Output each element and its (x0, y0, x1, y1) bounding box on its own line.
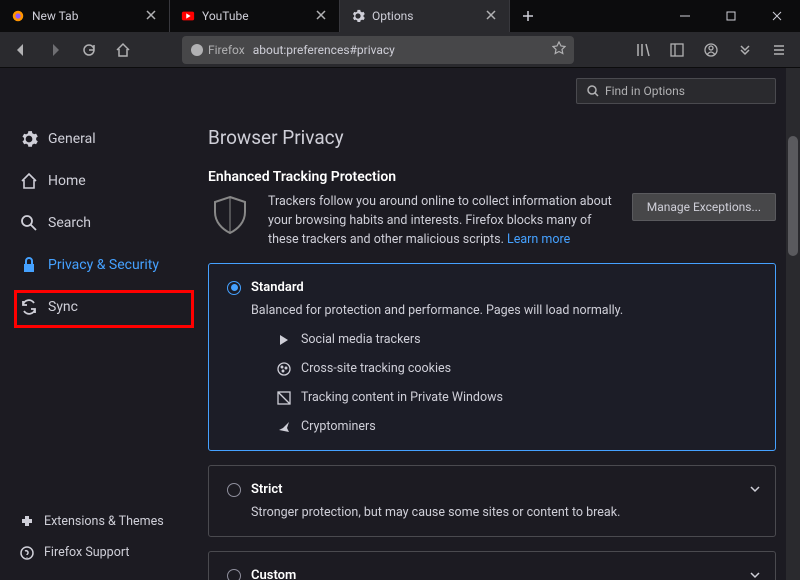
card-header: Standard (227, 280, 757, 295)
tab-label: YouTube (202, 9, 309, 23)
card-custom[interactable]: Custom (208, 551, 776, 580)
sidebar-button[interactable] (662, 35, 692, 65)
shield-icon (208, 193, 252, 237)
sidebar-item-label: Privacy & Security (48, 257, 159, 273)
sidebar-item-label: Home (48, 173, 86, 189)
url-bar[interactable]: Firefox about:preferences#privacy (182, 36, 574, 64)
etp-body-text: Trackers follow you around online to col… (268, 193, 616, 249)
list-item: Cryptominers (277, 419, 757, 434)
youtube-favicon (180, 8, 196, 24)
chevron-down-icon[interactable] (749, 566, 761, 580)
home-button[interactable] (108, 35, 138, 65)
sidebar-item-home[interactable]: Home (6, 164, 184, 198)
cryptominer-icon (277, 420, 291, 434)
sidebar-item-extensions[interactable]: Extensions & Themes (6, 508, 184, 535)
app-menu-button[interactable] (764, 35, 794, 65)
sidebar-item-label: General (48, 131, 96, 147)
forward-button[interactable] (40, 35, 70, 65)
list-item: Social media trackers (277, 332, 757, 347)
radio-standard[interactable] (227, 281, 241, 295)
firefox-favicon (10, 8, 26, 24)
card-description: Stronger protection, but may cause some … (251, 505, 757, 520)
manage-exceptions-button[interactable]: Manage Exceptions... (632, 193, 776, 221)
sidebar-item-support[interactable]: Firefox Support (6, 539, 184, 566)
sidebar-item-label: Sync (48, 299, 78, 315)
home-icon (20, 172, 38, 190)
identity-box[interactable]: Firefox (190, 43, 245, 57)
cookie-icon (277, 362, 291, 376)
chevron-down-icon[interactable] (749, 480, 761, 499)
card-list: Social media trackers Cross-site trackin… (277, 332, 757, 434)
learn-more-link[interactable]: Learn more (507, 232, 570, 247)
radio-custom[interactable] (227, 569, 241, 580)
sync-icon (20, 298, 38, 316)
lock-icon (20, 256, 38, 274)
tab-label: New Tab (32, 9, 139, 23)
puzzle-icon (20, 515, 34, 529)
tracking-content-icon (277, 391, 291, 405)
card-header: Strict (227, 482, 757, 497)
radio-strict[interactable] (227, 483, 241, 497)
sidebar-item-sync[interactable]: Sync (6, 290, 184, 324)
search-icon (587, 85, 599, 97)
gear-icon (350, 8, 366, 24)
sidebar-item-privacy[interactable]: Privacy & Security (6, 248, 184, 282)
back-button[interactable] (6, 35, 36, 65)
card-title: Standard (251, 280, 304, 295)
firefox-logo-icon (190, 43, 204, 57)
sidebar-item-general[interactable]: General (6, 122, 184, 156)
close-icon[interactable] (145, 9, 159, 23)
bookmark-star-icon[interactable] (552, 41, 566, 58)
list-item: Tracking content in Private Windows (277, 390, 757, 405)
card-standard[interactable]: Standard Balanced for protection and per… (208, 263, 776, 451)
sidebar-item-label: Search (48, 215, 91, 231)
tab-strip: New Tab YouTube Options (0, 0, 800, 32)
maximize-button[interactable] (708, 0, 754, 32)
close-icon[interactable] (315, 9, 329, 23)
scrollbar-thumb[interactable] (788, 136, 798, 256)
card-title: Custom (251, 568, 296, 580)
tab-options[interactable]: Options (340, 0, 510, 32)
page-title: Browser Privacy (208, 126, 776, 149)
categories-sidebar: General Home Search Privacy & Security S… (0, 68, 190, 580)
sidebar-item-label: Firefox Support (44, 545, 129, 560)
library-button[interactable] (628, 35, 658, 65)
sidebar-item-search[interactable]: Search (6, 206, 184, 240)
list-item: Cross-site tracking cookies (277, 361, 757, 376)
card-title: Strict (251, 482, 283, 497)
sidebar-footer: Extensions & Themes Firefox Support (0, 504, 190, 570)
account-button[interactable] (696, 35, 726, 65)
tab-label: Options (372, 9, 479, 23)
main-pane: Find in Options Browser Privacy Enhanced… (190, 68, 800, 580)
window-controls (662, 0, 800, 32)
tab-new-tab[interactable]: New Tab (0, 0, 170, 32)
etp-description-row: Trackers follow you around online to col… (208, 193, 776, 249)
sidebar-item-label: Extensions & Themes (44, 514, 164, 529)
help-icon (20, 546, 34, 560)
minimize-button[interactable] (662, 0, 708, 32)
overflow-button[interactable] (730, 35, 760, 65)
search-icon (20, 214, 38, 232)
close-icon[interactable] (485, 9, 499, 23)
social-tracker-icon (277, 333, 291, 347)
reload-button[interactable] (74, 35, 104, 65)
nav-toolbar: Firefox about:preferences#privacy (0, 32, 800, 68)
search-placeholder: Find in Options (605, 84, 685, 98)
card-strict[interactable]: Strict Stronger protection, but may caus… (208, 465, 776, 537)
close-window-button[interactable] (754, 0, 800, 32)
url-text: about:preferences#privacy (253, 43, 544, 57)
card-header: Custom (227, 568, 757, 580)
new-tab-button[interactable] (514, 2, 542, 30)
card-description: Balanced for protection and performance.… (251, 303, 757, 318)
etp-heading: Enhanced Tracking Protection (208, 169, 776, 185)
search-input[interactable]: Find in Options (576, 78, 776, 104)
tab-youtube[interactable]: YouTube (170, 0, 340, 32)
preferences-content: General Home Search Privacy & Security S… (0, 68, 800, 580)
identity-label: Firefox (208, 43, 245, 57)
gear-icon (20, 130, 38, 148)
